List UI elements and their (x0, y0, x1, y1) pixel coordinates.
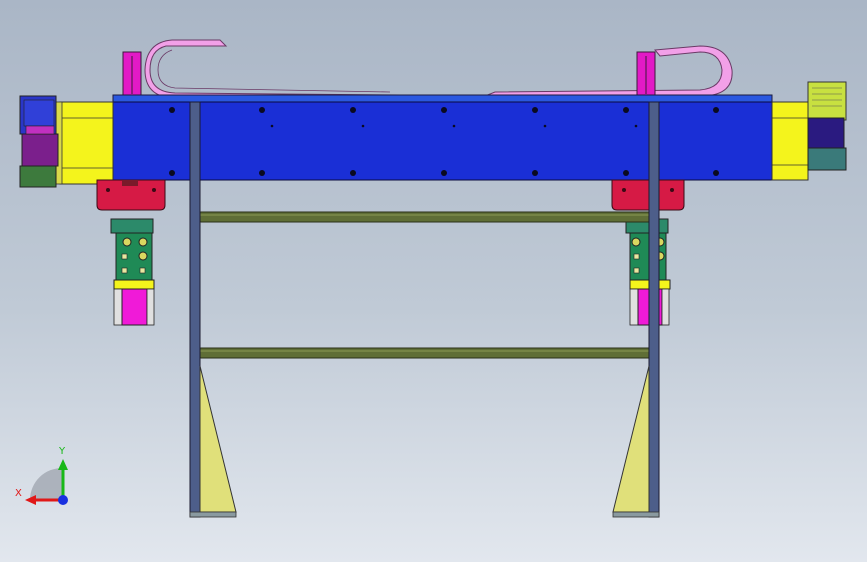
right-motor-body (807, 117, 845, 149)
beam-body (112, 101, 773, 181)
slide-unit-right (625, 218, 671, 326)
bracket-left (96, 179, 166, 211)
post-right (636, 51, 656, 98)
triad-plane (29, 467, 64, 500)
model-view[interactable]: Y X (0, 0, 867, 562)
coordinate-triad: Y X (15, 446, 68, 505)
gusset-left (199, 365, 237, 513)
right-motor-base (807, 147, 847, 171)
cable-chain-left (144, 39, 401, 99)
x-axis-label: X (15, 488, 22, 499)
left-motor-body (21, 133, 59, 167)
tube-upper (196, 211, 660, 223)
post-left (122, 51, 142, 98)
main-beam (112, 94, 773, 181)
tube-lower (196, 347, 660, 359)
left-end-assembly (19, 95, 114, 188)
bracket-right (611, 179, 685, 211)
right-end-assembly (771, 81, 847, 181)
beam-top-plate (112, 94, 773, 103)
y-axis-label: Y (58, 446, 66, 457)
cable-chain-right (484, 45, 733, 97)
slide-unit-left (110, 218, 155, 326)
z-axis-dot (58, 495, 68, 505)
left-motor-base (19, 165, 57, 188)
gusset-right (612, 365, 650, 513)
cad-viewport[interactable]: Y X (0, 0, 867, 562)
